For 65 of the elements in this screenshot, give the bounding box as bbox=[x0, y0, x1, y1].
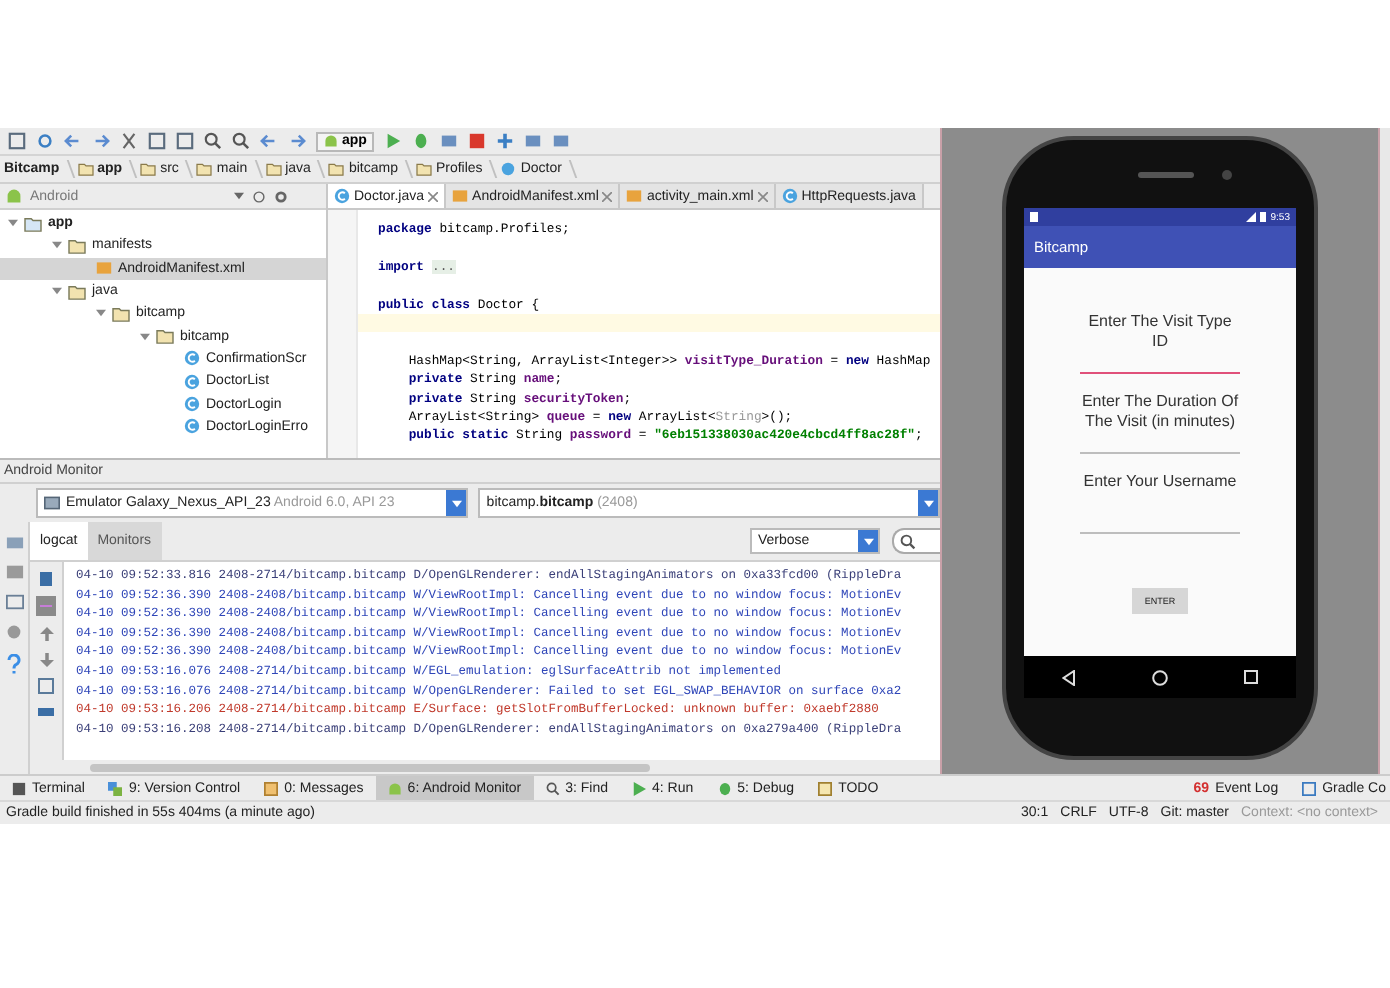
help-icon[interactable] bbox=[6, 654, 22, 674]
code-editor[interactable] bbox=[328, 210, 940, 458]
folder-icon bbox=[140, 162, 157, 176]
camera-dot bbox=[1221, 169, 1231, 179]
class-icon bbox=[184, 418, 200, 435]
undo-icon[interactable] bbox=[64, 132, 82, 150]
input-field[interactable]: Enter Your Username bbox=[1080, 472, 1240, 534]
caret-icon[interactable] bbox=[234, 192, 244, 200]
search-icon bbox=[545, 781, 560, 795]
android-icon bbox=[324, 134, 338, 148]
class-icon bbox=[334, 188, 350, 204]
input-field[interactable]: Enter The Duration Of The Visit (in minutes) bbox=[1080, 392, 1240, 454]
close-icon[interactable] bbox=[757, 191, 768, 201]
class-icon bbox=[781, 188, 798, 204]
folder-icon bbox=[77, 162, 94, 176]
up-arrow-icon[interactable] bbox=[39, 626, 53, 642]
xml-file-icon bbox=[96, 260, 112, 277]
android-icon bbox=[387, 781, 402, 795]
caret-icon bbox=[451, 499, 462, 507]
class-icon bbox=[500, 162, 517, 176]
expand-arrow-icon[interactable] bbox=[52, 240, 62, 251]
expand-arrow-icon[interactable] bbox=[52, 286, 62, 297]
play-icon[interactable] bbox=[384, 132, 403, 150]
bug-icon bbox=[717, 781, 732, 795]
home-icon[interactable] bbox=[1152, 669, 1168, 685]
folder-icon bbox=[415, 162, 432, 176]
battery-icon bbox=[1260, 212, 1267, 222]
android-icon bbox=[6, 188, 22, 204]
forward-icon[interactable] bbox=[288, 132, 306, 150]
dot-icon[interactable] bbox=[6, 624, 22, 640]
class-icon bbox=[184, 373, 200, 390]
recents-icon[interactable] bbox=[1244, 670, 1258, 684]
bug-icon[interactable] bbox=[412, 132, 431, 150]
folder-icon bbox=[156, 328, 174, 345]
down-arrow-icon[interactable] bbox=[39, 652, 53, 668]
close-icon[interactable] bbox=[602, 191, 613, 201]
search-icon bbox=[900, 533, 916, 549]
search-icon[interactable] bbox=[204, 132, 222, 150]
close-icon[interactable] bbox=[428, 191, 439, 201]
input-field[interactable]: Enter The Visit Type ID bbox=[1080, 312, 1240, 374]
expand-arrow-icon[interactable] bbox=[96, 308, 106, 319]
play-icon bbox=[632, 781, 647, 795]
expand-arrow-icon[interactable] bbox=[8, 218, 18, 229]
folder-icon bbox=[265, 162, 282, 176]
scrollbar-thumb[interactable] bbox=[90, 763, 650, 771]
stop-icon[interactable] bbox=[468, 132, 487, 150]
device-icon bbox=[44, 496, 60, 510]
xml-file-icon bbox=[626, 188, 643, 204]
folder-icon bbox=[328, 162, 345, 176]
xml-file-icon bbox=[452, 188, 469, 204]
class-icon bbox=[184, 350, 200, 367]
search-field[interactable] bbox=[892, 528, 940, 554]
folder-icon bbox=[24, 215, 42, 232]
folder-icon bbox=[112, 305, 130, 322]
caret-icon bbox=[923, 499, 933, 507]
folder-icon bbox=[196, 162, 213, 176]
caret-icon bbox=[863, 537, 873, 545]
cut-icon[interactable] bbox=[120, 132, 138, 150]
expand-arrow-icon[interactable] bbox=[140, 331, 150, 342]
branch-icon bbox=[108, 781, 123, 795]
speaker-grille bbox=[1137, 171, 1193, 177]
class-icon bbox=[184, 396, 200, 413]
sd-card-icon bbox=[1030, 212, 1038, 222]
signal-icon bbox=[1246, 212, 1257, 222]
redo-icon[interactable] bbox=[92, 132, 110, 150]
